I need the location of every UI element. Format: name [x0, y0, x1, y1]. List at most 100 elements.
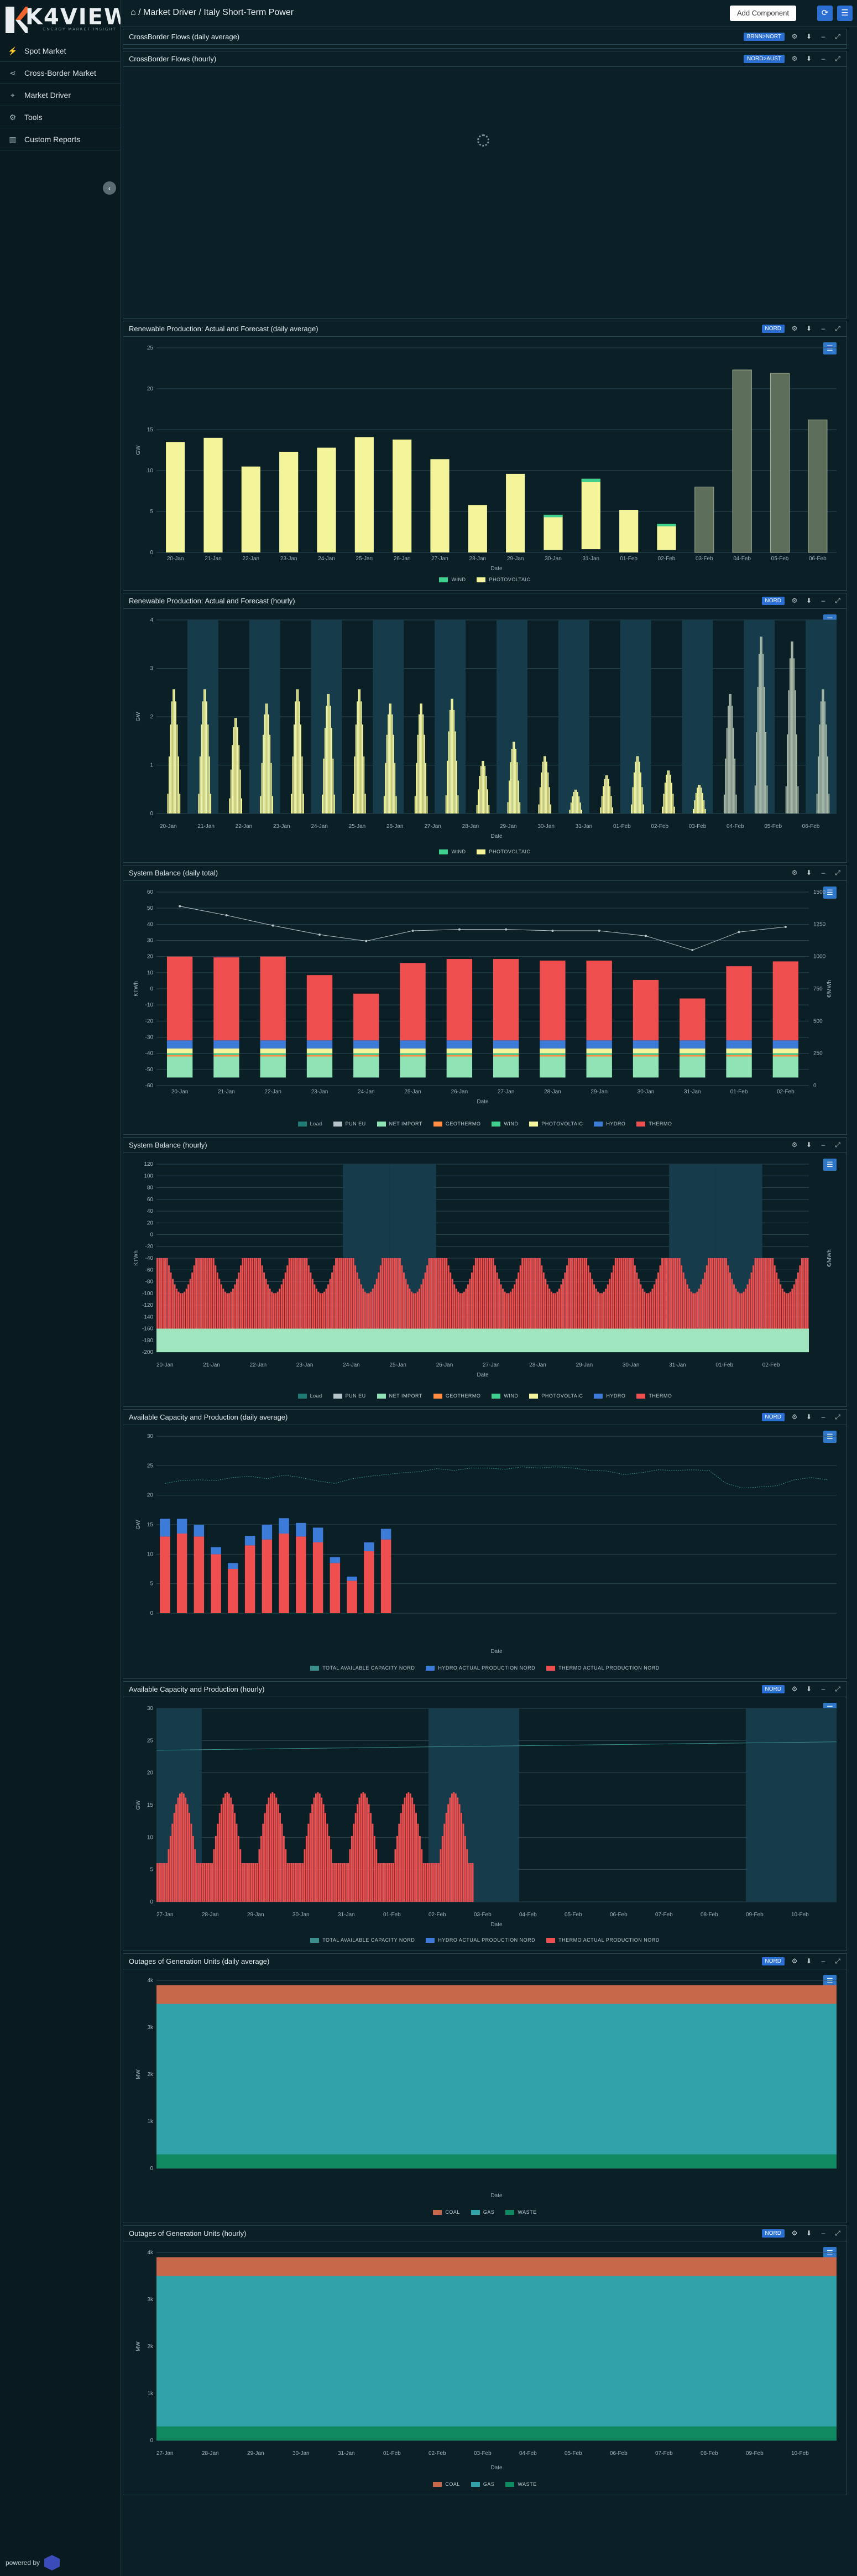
legend-item[interactable]: TOTAL AVAILABLE CAPACITY NORD	[310, 1937, 415, 1943]
legend-item[interactable]: WIND	[492, 1393, 518, 1399]
legend-item[interactable]: NET IMPORT	[377, 1121, 422, 1127]
legend-item[interactable]: WASTE	[505, 2209, 536, 2215]
panel-header: System Balance (hourly) ⚙ ⬇ – ⤢	[123, 1138, 846, 1153]
legend-item[interactable]: GAS	[471, 2209, 495, 2215]
legend-item[interactable]: PHOTOVOLTAIC	[477, 849, 530, 854]
gear-icon[interactable]: ⚙	[790, 1957, 799, 1965]
minimize-icon[interactable]: –	[819, 1140, 828, 1149]
expand-icon[interactable]: ⤢	[833, 596, 842, 605]
menu-button[interactable]: ☰	[837, 6, 853, 21]
sidebar-item-custom-reports[interactable]: ▥ Custom Reports	[0, 128, 121, 150]
zone-selector[interactable]: NORD	[761, 1957, 785, 1965]
download-icon[interactable]: ⬇	[804, 1957, 813, 1965]
legend-item[interactable]: THERMO	[636, 1121, 672, 1127]
legend-item[interactable]: TOTAL AVAILABLE CAPACITY NORD	[310, 1665, 415, 1671]
expand-icon[interactable]: ⤢	[833, 324, 842, 333]
hour-bar	[383, 1258, 385, 1329]
expand-icon[interactable]: ⤢	[833, 32, 842, 41]
legend-item[interactable]: NET IMPORT	[377, 1393, 422, 1399]
k4view-logo[interactable]: K4VIEW ENERGY MARKET INSIGHT	[3, 3, 128, 36]
sidebar-collapse-button[interactable]: ‹	[103, 181, 116, 195]
legend-item[interactable]: HYDRO ACTUAL PRODUCTION NORD	[426, 1937, 535, 1943]
gear-icon[interactable]: ⚙	[790, 2229, 799, 2238]
legend-item[interactable]: WIND	[492, 1121, 518, 1127]
gear-icon[interactable]: ⚙	[790, 1412, 799, 1421]
legend-item[interactable]: HYDRO ACTUAL PRODUCTION NORD	[426, 1665, 535, 1671]
zone-selector[interactable]: NORD	[761, 1412, 785, 1421]
download-icon[interactable]: ⬇	[804, 1412, 813, 1421]
legend-item[interactable]: HYDRO	[594, 1121, 625, 1127]
minimize-icon[interactable]: –	[819, 2229, 828, 2238]
minimize-icon[interactable]: –	[819, 324, 828, 333]
refresh-button[interactable]: ⟳	[817, 6, 833, 21]
download-icon[interactable]: ⬇	[804, 324, 813, 333]
gear-icon[interactable]: ⚙	[790, 596, 799, 605]
zone-selector[interactable]: BRNN>NORT	[743, 32, 785, 41]
expand-icon[interactable]: ⤢	[833, 1957, 842, 1965]
download-icon[interactable]: ⬇	[804, 868, 813, 877]
expand-icon[interactable]: ⤢	[833, 868, 842, 877]
download-icon[interactable]: ⬇	[804, 1685, 813, 1693]
sidebar-item-tools[interactable]: ⚙ Tools	[0, 106, 121, 128]
legend-swatch	[492, 1393, 501, 1399]
legend-item[interactable]: PUN EU	[333, 1121, 366, 1127]
minimize-icon[interactable]: –	[819, 596, 828, 605]
download-icon[interactable]: ⬇	[804, 2229, 813, 2238]
minimize-icon[interactable]: –	[819, 1957, 828, 1965]
bar-thermo	[364, 1551, 374, 1613]
zone-selector[interactable]: NORD	[761, 2229, 785, 2238]
gear-icon[interactable]: ⚙	[790, 324, 799, 333]
legend-item[interactable]: Load	[297, 1393, 322, 1399]
minimize-icon[interactable]: –	[819, 32, 828, 41]
minimize-icon[interactable]: –	[819, 1412, 828, 1421]
legend-item[interactable]: THERMO	[636, 1393, 672, 1399]
legend-item[interactable]: COAL	[433, 2481, 460, 2487]
x-tick-label: 20-Jan	[160, 823, 177, 830]
zone-selector[interactable]: NORD>AUST	[744, 54, 785, 63]
legend-item[interactable]: GEOTHERMO	[433, 1121, 481, 1127]
legend-item[interactable]: PHOTOVOLTAIC	[529, 1121, 583, 1127]
gear-icon[interactable]: ⚙	[790, 1140, 799, 1149]
download-icon[interactable]: ⬇	[804, 32, 813, 41]
x-tick-label: 28-Jan	[529, 1362, 546, 1368]
legend-item[interactable]: THERMO ACTUAL PRODUCTION NORD	[546, 1665, 660, 1671]
zone-selector[interactable]: NORD	[761, 596, 785, 605]
expand-icon[interactable]: ⤢	[833, 2229, 842, 2238]
legend-item[interactable]: PHOTOVOLTAIC	[529, 1393, 583, 1399]
minimize-icon[interactable]: –	[819, 1685, 828, 1693]
legend-item[interactable]: COAL	[433, 2209, 460, 2215]
download-icon[interactable]: ⬇	[804, 1140, 813, 1149]
legend-item[interactable]: WIND	[439, 577, 466, 582]
gear-icon[interactable]: ⚙	[790, 868, 799, 877]
sidebar-item-spot-market[interactable]: ⚡ Spot Market	[0, 40, 121, 62]
legend-item[interactable]: HYDRO	[594, 1393, 625, 1399]
expand-icon[interactable]: ⤢	[833, 54, 842, 63]
legend-item[interactable]: PUN EU	[333, 1393, 366, 1399]
zone-selector[interactable]: NORD	[761, 1685, 785, 1693]
download-icon[interactable]: ⬇	[804, 54, 813, 63]
minimize-icon[interactable]: –	[819, 868, 828, 877]
home-icon[interactable]: ⌂	[130, 8, 136, 17]
minimize-icon[interactable]: –	[819, 54, 828, 63]
bar-segment	[540, 1053, 566, 1055]
legend-item[interactable]: WASTE	[505, 2481, 536, 2487]
sidebar-item-cross-border-market[interactable]: ⋖ Cross-Border Market	[0, 62, 121, 84]
zone-selector[interactable]: NORD	[761, 324, 785, 333]
legend-item[interactable]: THERMO ACTUAL PRODUCTION NORD	[546, 1937, 660, 1943]
add-component-button[interactable]: Add Component	[730, 6, 796, 21]
legend-item[interactable]: GEOTHERMO	[433, 1393, 481, 1399]
sidebar-item-market-driver[interactable]: ⌖ Market Driver	[0, 84, 121, 106]
expand-icon[interactable]: ⤢	[833, 1685, 842, 1693]
expand-icon[interactable]: ⤢	[833, 1140, 842, 1149]
legend-item[interactable]: WIND	[439, 849, 466, 854]
hour-bar	[552, 1293, 555, 1329]
hour-bar	[362, 1792, 364, 1902]
gear-icon[interactable]: ⚙	[790, 54, 799, 63]
download-icon[interactable]: ⬇	[804, 596, 813, 605]
legend-item[interactable]: Load	[297, 1121, 322, 1127]
gear-icon[interactable]: ⚙	[790, 1685, 799, 1693]
expand-icon[interactable]: ⤢	[833, 1412, 842, 1421]
gear-icon[interactable]: ⚙	[790, 32, 799, 41]
legend-item[interactable]: GAS	[471, 2481, 495, 2487]
legend-item[interactable]: PHOTOVOLTAIC	[477, 577, 530, 582]
